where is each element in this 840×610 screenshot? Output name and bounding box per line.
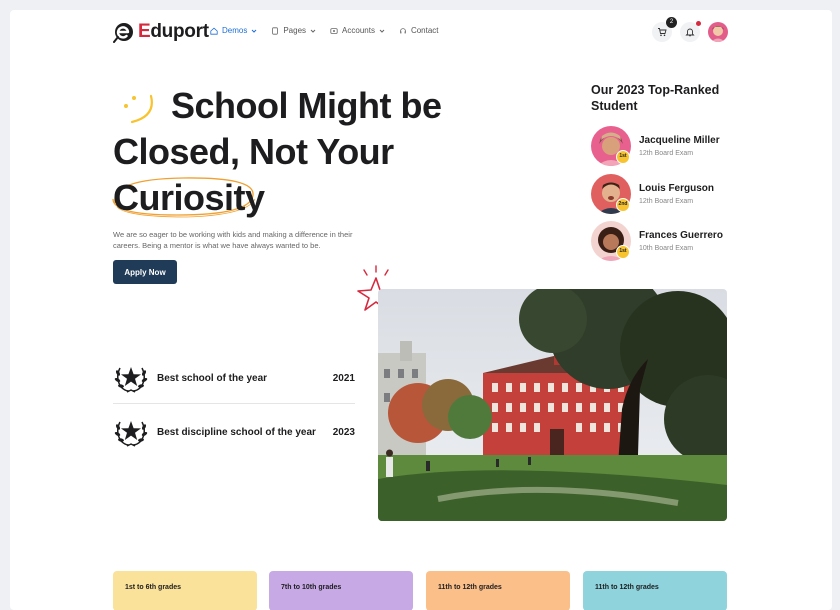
cart-button[interactable]: 2 xyxy=(652,17,677,42)
hero-description: We are so eager to be working with kids … xyxy=(113,230,353,250)
brand-rest: duport xyxy=(150,21,209,42)
nav-label: Contact xyxy=(410,26,439,35)
avatar-image xyxy=(708,22,728,42)
award-item: Best discipline school of the year 2023 xyxy=(113,414,355,450)
student-exam: 12th Board Exam xyxy=(639,150,694,157)
chevron-down-icon xyxy=(251,29,257,33)
award-item: Best school of the year 2021 xyxy=(113,360,355,396)
student-item[interactable]: 1st Frances Guerrero 10th Board Exam xyxy=(591,221,723,261)
account-icon xyxy=(330,27,338,34)
hero-line-1: School Might be xyxy=(171,85,442,126)
apply-now-button[interactable]: Apply Now xyxy=(113,260,177,284)
student-exam: 10th Board Exam xyxy=(639,245,694,252)
logo[interactable]: Eduport xyxy=(113,21,209,43)
award-label: Best school of the year xyxy=(157,372,268,384)
chevron-down-icon xyxy=(379,29,385,33)
rank-badge: 1st xyxy=(616,150,630,164)
rank-badge: 1st xyxy=(616,245,630,259)
student-avatar: 2nd xyxy=(591,174,631,214)
grade-card[interactable]: 11th to 12th grades xyxy=(583,571,727,610)
nav-contact[interactable]: Contact xyxy=(399,26,439,35)
grade-card[interactable]: 1st to 6th grades xyxy=(113,571,257,610)
nav-label: Demos xyxy=(222,26,248,35)
page-icon xyxy=(272,26,279,35)
student-avatar: 1st xyxy=(591,221,631,261)
brand-first-letter: E xyxy=(138,21,151,42)
notifications-button[interactable] xyxy=(680,21,701,42)
student-item[interactable]: 1st Jacqueline Miller 12th Board Exam xyxy=(591,126,720,166)
nav-label: Pages xyxy=(283,26,307,35)
student-exam: 12th Board Exam xyxy=(639,198,694,205)
chevron-down-icon xyxy=(310,29,316,33)
student-avatar: 1st xyxy=(591,126,631,166)
nav-pages[interactable]: Pages xyxy=(271,26,316,35)
hero-line-2: Closed, Not Your xyxy=(113,131,394,172)
rank-badge: 2nd xyxy=(616,198,630,212)
student-item[interactable]: 2nd Louis Ferguson 12th Board Exam xyxy=(591,174,714,214)
cart-count-badge: 2 xyxy=(666,17,677,28)
user-avatar[interactable] xyxy=(708,22,728,42)
home-icon xyxy=(210,27,218,35)
brand-name: Eduport xyxy=(138,21,209,43)
award-year: 2023 xyxy=(332,426,355,438)
laurel-star-icon xyxy=(114,367,148,393)
grade-card[interactable]: 7th to 10th grades xyxy=(269,571,413,610)
top-students-title: Our 2023 Top-Ranked Student xyxy=(591,83,720,113)
grade-card[interactable]: 11th to 12th grades xyxy=(426,571,570,610)
logo-icon xyxy=(113,23,133,43)
main-nav: Demos Pages Accounts Contact xyxy=(210,26,439,35)
laurel-star-icon xyxy=(114,421,148,447)
notification-dot xyxy=(696,21,701,26)
campus-image xyxy=(378,289,727,521)
student-name: Jacqueline Miller xyxy=(639,135,720,146)
student-name: Frances Guerrero xyxy=(639,230,723,241)
student-name: Louis Ferguson xyxy=(639,183,714,194)
nav-demos[interactable]: Demos xyxy=(210,26,257,35)
bell-icon xyxy=(685,28,695,37)
page: Eduport Demos Pages Accounts Contact 2 S… xyxy=(10,10,832,610)
cart-icon xyxy=(658,28,667,37)
hero-line-3: Curiosity xyxy=(113,177,265,218)
nav-accounts[interactable]: Accounts xyxy=(330,26,385,35)
headset-icon xyxy=(400,27,406,33)
award-year: 2021 xyxy=(332,372,355,384)
campus-photo xyxy=(378,289,727,521)
hero-title: School Might be Closed, Not Your Curiosi… xyxy=(112,83,442,221)
award-divider xyxy=(113,403,355,404)
header: Eduport Demos Pages Accounts Contact 2 xyxy=(10,10,832,56)
header-actions: 2 xyxy=(652,17,728,42)
nav-label: Accounts xyxy=(342,26,375,35)
award-label: Best discipline school of the year xyxy=(157,426,316,438)
hero-line-3-wrapper: Curiosity xyxy=(112,175,265,221)
